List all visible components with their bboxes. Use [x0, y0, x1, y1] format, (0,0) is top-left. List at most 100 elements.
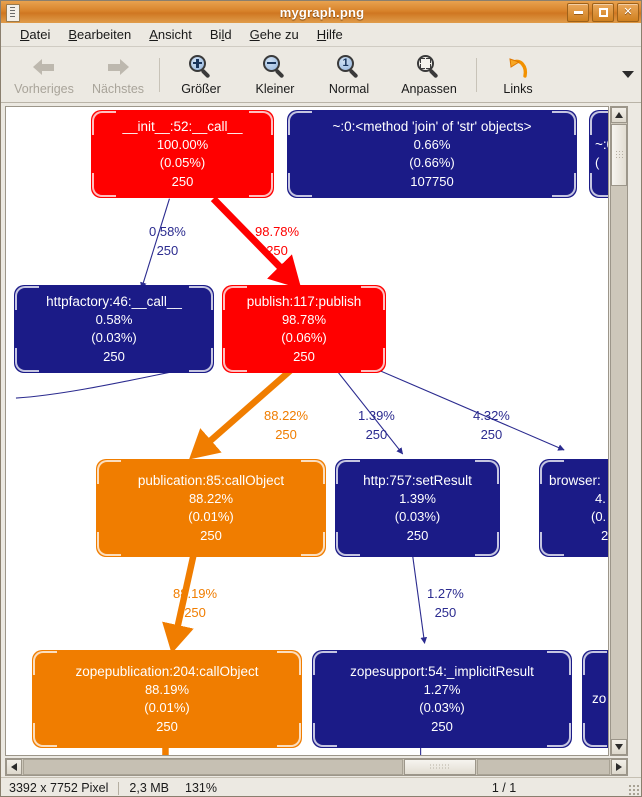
- node-self: (0.03%): [394, 509, 441, 525]
- edge-label-init-httpfactory: 0.58% 250: [149, 223, 186, 261]
- menu-bar: Datei Bearbeiten Ansicht Bild Gehe zu Hi…: [1, 23, 641, 47]
- node-calls: 250: [103, 348, 125, 364]
- zoom-in-button[interactable]: Größer: [164, 49, 238, 101]
- window-controls: ✕: [567, 3, 639, 22]
- next-label: Nächstes: [91, 81, 145, 96]
- node-total: 1.39%: [399, 490, 436, 506]
- status-page-value: 1 / 1: [491, 781, 517, 795]
- node-total: 4.: [595, 490, 606, 506]
- menu-item-bild[interactable]: Bild: [201, 25, 241, 44]
- title-bar: mygraph.png ✕: [1, 1, 641, 24]
- node-calls: 107750: [410, 173, 454, 189]
- node-name: __init__:52:__call__: [122, 118, 243, 134]
- node-self: (0.01%): [144, 700, 190, 716]
- node-total: 88.19%: [144, 681, 190, 697]
- scroll-down-icon[interactable]: [611, 739, 627, 755]
- menu-item-gehe-zu[interactable]: Gehe zu: [241, 25, 308, 44]
- node-name: httpfactory:46:__call__: [46, 293, 182, 309]
- toolbar-separator: [159, 57, 160, 92]
- toolbar-separator-2: [476, 57, 477, 92]
- vertical-scrollbar-thumb[interactable]: [611, 124, 627, 186]
- menu-item-datei[interactable]: Datei: [11, 25, 59, 44]
- toolbar-overflow-icon[interactable]: [622, 71, 634, 78]
- scrollbar-grip: [615, 150, 623, 160]
- graph-node-zopepublication[interactable]: zopepublication:204:callObject 88.19% (0…: [32, 650, 302, 748]
- zoom-in-label: Größer: [181, 81, 221, 96]
- edge-calls: 250: [365, 426, 388, 442]
- menu-item-bearbeiten[interactable]: Bearbeiten: [59, 25, 140, 44]
- horizontal-scrollbar-trough-right[interactable]: [477, 759, 610, 775]
- zoom-fit-icon: [415, 54, 443, 80]
- scrollbar-grip: [429, 763, 451, 771]
- previous-button[interactable]: Vorheriges: [7, 49, 81, 101]
- menu-label: earbeiten: [77, 27, 132, 42]
- scroll-right-icon[interactable]: [611, 759, 627, 775]
- node-self: (0.03%): [419, 700, 465, 716]
- node-self: (0.01%): [188, 509, 234, 525]
- close-button[interactable]: ✕: [617, 3, 639, 22]
- node-calls: 250: [406, 527, 429, 543]
- scroll-left-icon[interactable]: [6, 759, 22, 775]
- graph-node-init-call[interactable]: __init__:52:__call__ 100.00% (0.05%) 250: [91, 110, 274, 198]
- zoom-normal-button[interactable]: 1 Normal: [312, 49, 386, 101]
- edge-label-init-publish: 98.78% 250: [255, 223, 299, 261]
- toolbar: Vorheriges Nächstes Größer Kleiner 1 Nor…: [1, 47, 641, 103]
- edge-label-publish-publication: 88.22% 250: [264, 407, 308, 445]
- menu-label: nsicht: [157, 27, 192, 42]
- zoom-fit-button[interactable]: Anpassen: [386, 49, 472, 101]
- edge-percent: 0.58%: [149, 224, 186, 239]
- window-title: mygraph.png: [279, 4, 365, 20]
- edge-percent: 1.27%: [427, 586, 464, 601]
- horizontal-scrollbar-trough-left[interactable]: [23, 759, 403, 775]
- graph-node-httpfactory[interactable]: httpfactory:46:__call__ 0.58% (0.03%) 25…: [14, 285, 214, 373]
- zoom-out-button[interactable]: Kleiner: [238, 49, 312, 101]
- status-page-indicator: 1 / 1: [1, 781, 641, 795]
- horizontal-scrollbar[interactable]: [5, 758, 628, 776]
- node-total: 0.58%: [95, 311, 133, 327]
- edge-percent: 88.22%: [264, 408, 309, 423]
- rotate-left-icon: [504, 54, 532, 80]
- image-viewport[interactable]: __init__:52:__call__ 100.00% (0.05%) 250…: [5, 106, 609, 756]
- vertical-scrollbar[interactable]: [610, 106, 628, 756]
- arrow-left-icon: [30, 54, 58, 80]
- graph-node-publication[interactable]: publication:85:callObject 88.22% (0.01%)…: [96, 459, 326, 557]
- horizontal-scrollbar-thumb[interactable]: [404, 759, 476, 775]
- node-calls: 2: [601, 527, 609, 543]
- graph-node-clipped-top-right[interactable]: ~:0: (: [589, 110, 608, 198]
- menu-item-ansicht[interactable]: Ansicht: [140, 25, 201, 44]
- node-name: browser:: [549, 472, 601, 488]
- graph-node-str-join[interactable]: ~:0:<method 'join' of 'str' objects> 0.6…: [287, 110, 577, 198]
- edge-calls: 250: [275, 426, 297, 442]
- graph-node-zopesupport[interactable]: zopesupport:54:_implicitResult 1.27% (0.…: [312, 650, 572, 748]
- minimize-button[interactable]: [567, 3, 589, 22]
- menu-item-hilfe[interactable]: Hilfe: [308, 25, 352, 44]
- resize-grip[interactable]: [627, 783, 640, 796]
- graph-node-clipped-bottom-right[interactable]: zo: [582, 650, 608, 748]
- edge-percent: 4.32%: [473, 408, 510, 423]
- node-name: ~:0:<method 'join' of 'str' objects>: [332, 118, 532, 134]
- edge-calls: 250: [266, 242, 288, 258]
- rotate-left-button[interactable]: Links: [481, 49, 555, 101]
- node-self: (: [595, 155, 600, 171]
- edge-calls: 250: [156, 242, 179, 258]
- menu-label: ehe zu: [259, 27, 299, 42]
- graph-node-browser[interactable]: browser: 4. (0. 2: [539, 459, 609, 557]
- node-calls: 250: [431, 718, 453, 734]
- node-total: 1.27%: [423, 681, 461, 697]
- scroll-up-icon[interactable]: [611, 107, 627, 123]
- maximize-button[interactable]: [592, 3, 614, 22]
- previous-label: Vorheriges: [14, 81, 74, 96]
- node-name: zopepublication:204:callObject: [75, 663, 259, 679]
- edge-percent: 1.39%: [358, 408, 395, 423]
- edge-label-publish-browser: 4.32% 250: [473, 407, 510, 445]
- graph-node-publish[interactable]: publish:117:publish 98.78% (0.06%) 250: [222, 285, 386, 373]
- next-button[interactable]: Nächstes: [81, 49, 155, 101]
- zoom-out-icon: [261, 54, 289, 80]
- node-name: http:757:setResult: [363, 472, 472, 488]
- node-calls: 250: [171, 173, 194, 189]
- node-calls: 250: [293, 348, 315, 364]
- graph-node-setresult[interactable]: http:757:setResult 1.39% (0.03%) 250: [335, 459, 500, 557]
- node-total: 98.78%: [281, 311, 327, 327]
- node-name: publication:85:callObject: [137, 472, 285, 488]
- edge-label-setresult-zopesupport: 1.27% 250: [427, 585, 464, 623]
